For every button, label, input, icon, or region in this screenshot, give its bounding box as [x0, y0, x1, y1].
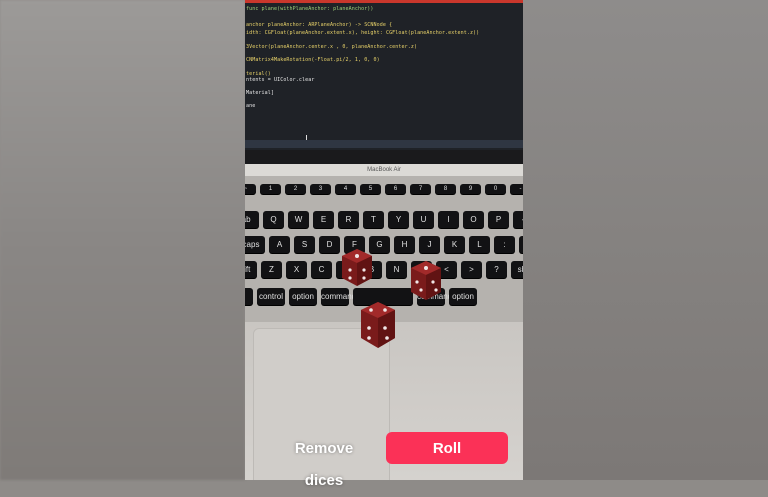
- keyboard-key: J: [419, 236, 440, 253]
- remove-dices-button[interactable]: Remove dices: [268, 432, 380, 489]
- keyboard-key: fn: [245, 288, 253, 305]
- die-2[interactable]: [407, 258, 445, 302]
- keyboard-key: 6: [385, 184, 406, 194]
- roll-button[interactable]: Roll: [386, 432, 508, 464]
- keyboard-key: P: [488, 211, 509, 228]
- code-line: CNMatrix4MakeRotation(-Float.pi/2, 1, 0,…: [246, 57, 380, 63]
- code-line: ntents = UIColor.clear: [246, 77, 315, 83]
- keyboard-key: U: [413, 211, 434, 228]
- code-line: idth: CGFloat(planeAnchor.extent.x), hei…: [246, 30, 480, 36]
- keyboard-key: 0: [485, 184, 506, 194]
- code-line: func plane(withPlaneAnchor: planeAnchor)…: [246, 6, 374, 12]
- keyboard-key: C: [311, 261, 332, 278]
- bookmarks-bar: [245, 140, 523, 148]
- keyboard-key: N: [386, 261, 407, 278]
- keyboard-key: X: [286, 261, 307, 278]
- keyboard-key: ": [519, 236, 523, 253]
- die-3[interactable]: [357, 298, 399, 350]
- keyboard-key: shift: [245, 261, 257, 278]
- keyboard-key: I: [438, 211, 459, 228]
- keyboard-key: E: [313, 211, 334, 228]
- keyboard-key: 9: [460, 184, 481, 194]
- keyboard-key: tab: [245, 211, 259, 228]
- keyboard-key: S: [294, 236, 315, 253]
- keyboard-key: option: [449, 288, 477, 305]
- code-line: 3Vector(planeAnchor.center.x , 0, planeA…: [246, 44, 418, 50]
- laptop-brand-label: MacBook Air: [245, 164, 523, 176]
- keyboard-key: L: [469, 236, 490, 253]
- keyboard-key: {: [513, 211, 523, 228]
- keyboard-key: W: [288, 211, 309, 228]
- keyboard-key: command: [321, 288, 356, 305]
- keyboard-key: >: [461, 261, 482, 278]
- keyboard-key: H: [394, 236, 415, 253]
- keyboard-key: 4: [335, 184, 356, 194]
- keyboard-key: 3: [310, 184, 331, 194]
- keyboard-key: Y: [388, 211, 409, 228]
- blurred-background-right: [523, 0, 768, 480]
- die-1[interactable]: [338, 246, 376, 288]
- keyboard-key: 2: [285, 184, 306, 194]
- laptop-screen: func plane(withPlaneAnchor: planeAnchor)…: [245, 0, 523, 150]
- keyboard-key: ?: [486, 261, 507, 278]
- keyboard-key: 8: [435, 184, 456, 194]
- code-line: ane: [246, 103, 256, 109]
- keyboard-key: O: [463, 211, 484, 228]
- keyboard-key: option: [289, 288, 317, 305]
- keyboard-key: T: [363, 211, 384, 228]
- keyboard-key: ~: [245, 184, 256, 194]
- keyboard-key: Z: [261, 261, 282, 278]
- keyboard-key: K: [444, 236, 465, 253]
- keyboard-key: A: [269, 236, 290, 253]
- keyboard-key: 5: [360, 184, 381, 194]
- keyboard-key: R: [338, 211, 359, 228]
- code-line: Material]: [246, 90, 274, 96]
- keyboard-key: shift: [511, 261, 523, 278]
- keyboard-key: Q: [263, 211, 284, 228]
- keyboard-key: 1: [260, 184, 281, 194]
- screen-top-bar: [245, 0, 523, 3]
- keyboard-key: -: [510, 184, 523, 194]
- blurred-background-left: [0, 0, 245, 480]
- ar-camera-view[interactable]: func plane(withPlaneAnchor: planeAnchor)…: [245, 0, 523, 480]
- code-line: anchor planeAnchor: ARPlaneAnchor) -> SC…: [246, 22, 393, 28]
- keyboard-key: 7: [410, 184, 431, 194]
- keyboard-key: :: [494, 236, 515, 253]
- keyboard-key: caps: [245, 236, 265, 253]
- keyboard-key: control: [257, 288, 285, 305]
- keyboard-key: D: [319, 236, 340, 253]
